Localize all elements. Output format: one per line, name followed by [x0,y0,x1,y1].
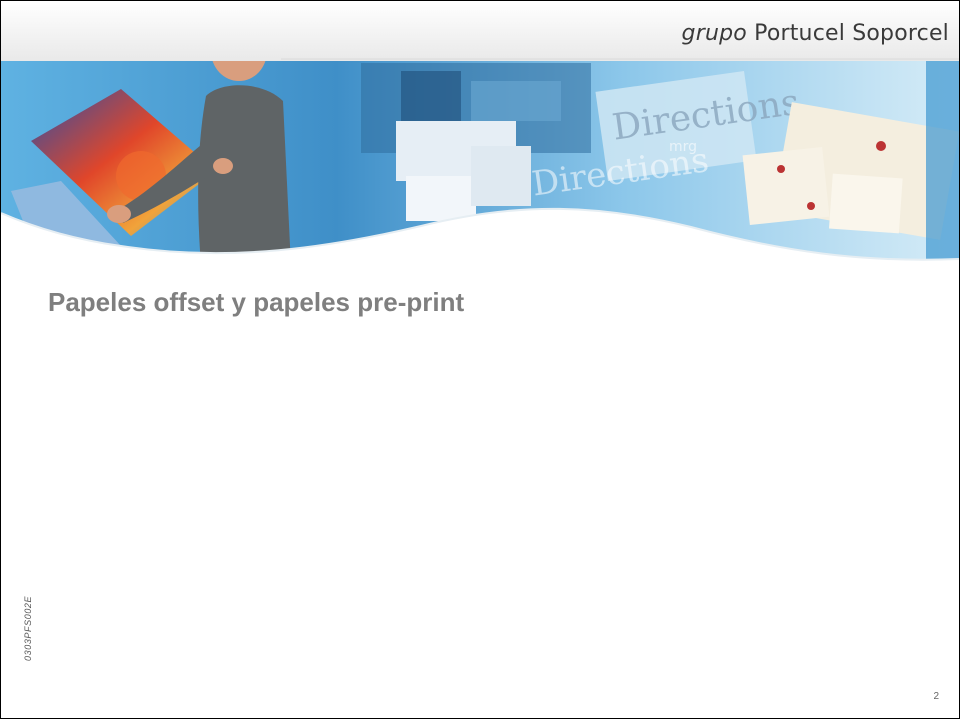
slide-title: Papeles offset y papeles pre-print [48,287,465,317]
banner-sign-text-3: mrg [669,139,697,155]
page-number: 2 [933,691,939,702]
slide: Directions Directions mrg grupo Portucel… [0,0,960,719]
document-code: 0303PFS002E [23,595,33,661]
company-logo: grupo Portucel Soporcel [682,21,949,46]
brand-prefix: grupo [681,21,747,46]
brand-name: Portucel Soporcel [754,21,949,46]
